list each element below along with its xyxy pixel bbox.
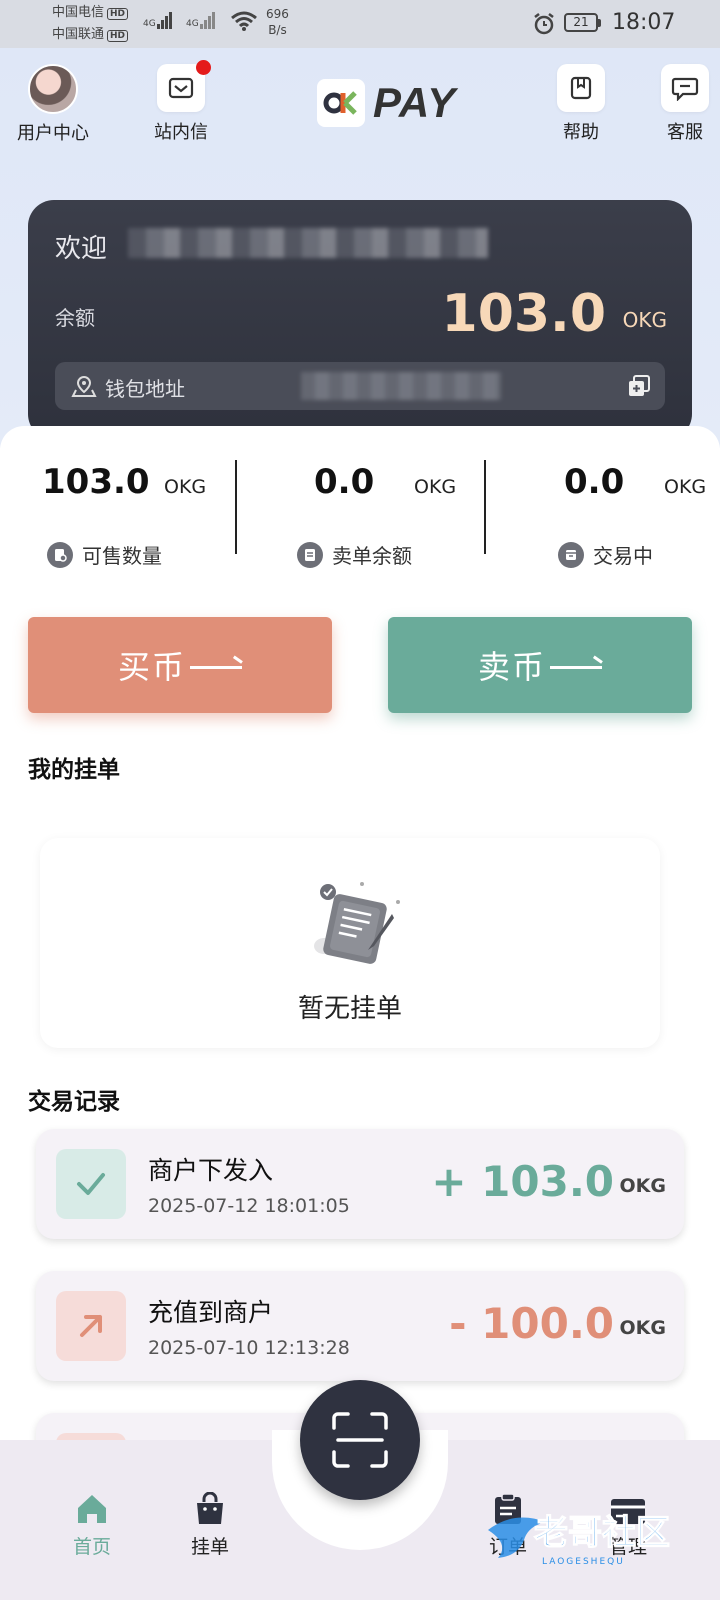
carrier-1: 中国电信 HD: [52, 5, 129, 20]
balance-value: 103.0: [441, 284, 606, 344]
coin-icon: [47, 541, 73, 568]
box-icon: [558, 541, 584, 568]
home-icon: [42, 1488, 142, 1526]
clock: 18:07: [612, 10, 676, 35]
stat-label: 卖单余额: [297, 540, 412, 569]
arrow-up-right-icon: [56, 1291, 126, 1361]
stat-value: 0.0: [314, 462, 375, 502]
nav-home[interactable]: 首页: [42, 1488, 142, 1559]
stat-divider: [484, 460, 486, 554]
help-label: 帮助: [563, 122, 599, 143]
check-icon: [56, 1149, 126, 1219]
welcome-text: 欢迎: [55, 234, 108, 264]
user-center-label: 用户中心: [17, 123, 89, 144]
logo-text: PAY: [373, 79, 457, 126]
user-center-button[interactable]: 用户中心: [8, 64, 98, 145]
sell-button[interactable]: 卖币: [388, 617, 692, 713]
nav-orders-list-label: 挂单: [190, 1536, 229, 1558]
transaction-date: 2025-07-10 12:13:28: [148, 1337, 350, 1359]
alarm-icon: [534, 13, 554, 35]
svg-text:LAOGESHEQU: LAOGESHEQU: [542, 1557, 625, 1567]
service-button[interactable]: 客服: [640, 64, 720, 144]
avatar: [28, 64, 78, 114]
empty-document-icon: [314, 882, 400, 964]
nav-orders-list[interactable]: 挂单: [160, 1488, 260, 1559]
address-label: 钱包地址: [105, 377, 185, 401]
unread-dot: [196, 60, 211, 75]
address-blurred: [301, 372, 501, 400]
book-icon: [557, 64, 605, 112]
balance-label: 余额: [55, 306, 95, 330]
arrow-right-icon: [550, 665, 602, 669]
transaction-unit: OKG: [619, 1175, 666, 1197]
mail-icon: [157, 60, 211, 112]
nav-home-label: 首页: [72, 1536, 111, 1558]
stat-trading: 0.0 OKG 交易中: [542, 462, 720, 568]
signal-2-icon: 4G: [186, 12, 216, 29]
carrier-2: 中国联通 HD: [52, 27, 129, 42]
transaction-title: 充值到商户: [148, 1298, 274, 1327]
transaction-date: 2025-07-12 18:01:05: [148, 1195, 350, 1217]
transaction-row[interactable]: 商户下发入 2025-07-12 18:01:05 + 103.0 OKG: [36, 1129, 684, 1239]
stat-divider: [235, 460, 237, 554]
scan-icon: [332, 1412, 388, 1468]
transaction-title: 商户下发入: [148, 1156, 274, 1185]
app-logo: PAY: [317, 78, 456, 128]
stat-label: 可售数量: [47, 540, 162, 569]
records-title: 交易记录: [28, 1089, 120, 1115]
svg-text:老哥社区: 老哥社区: [534, 1513, 670, 1553]
net-speed: 696 B/s: [266, 7, 289, 37]
stat-unit: OKG: [414, 476, 457, 498]
empty-orders-card: 暂无挂单: [40, 838, 660, 1048]
username-blurred: [128, 228, 488, 258]
watermark-logo: 老哥社区 LAOGESHEQU: [488, 1512, 671, 1567]
scan-button[interactable]: [300, 1380, 420, 1500]
document-icon: [297, 541, 323, 568]
arrow-right-icon: [190, 665, 242, 669]
ok-logo-icon: [317, 79, 365, 127]
inbox-button[interactable]: 站内信: [136, 60, 226, 144]
transaction-row[interactable]: 充值到商户 2025-07-10 12:13:28 - 100.0 OKG: [36, 1271, 684, 1381]
stat-label: 交易中: [558, 540, 653, 569]
balance-unit: OKG: [622, 308, 667, 332]
status-bar: 中国电信 HD 中国联通 HD 4G 4G 696 B/s 21 18:07: [0, 0, 720, 48]
copy-icon[interactable]: [627, 374, 651, 398]
service-label: 客服: [667, 122, 703, 143]
empty-orders-text: 暂无挂单: [297, 994, 402, 1024]
transaction-unit: OKG: [619, 1317, 666, 1339]
transaction-amount: - 100.0: [449, 1299, 614, 1348]
stat-value: 0.0: [564, 462, 625, 502]
buy-button[interactable]: 买币: [28, 617, 332, 713]
sell-label: 卖币: [477, 648, 546, 686]
chat-icon: [661, 64, 709, 112]
battery-icon: 21: [564, 13, 601, 32]
bag-icon: [160, 1488, 260, 1526]
transaction-amount: + 103.0: [431, 1157, 614, 1206]
stat-unit: OKG: [164, 476, 207, 498]
my-orders-title: 我的挂单: [28, 757, 120, 783]
location-icon: [71, 375, 97, 397]
buy-label: 买币: [117, 648, 186, 686]
help-button[interactable]: 帮助: [536, 64, 626, 144]
stat-available: 103.0 OKG 可售数量: [42, 462, 282, 568]
signal-1-icon: 4G: [143, 12, 173, 29]
wifi-icon: [231, 11, 257, 31]
wallet-card: 欢迎 余额 103.0 OKG 钱包地址: [28, 200, 692, 440]
wallet-address-bar[interactable]: 钱包地址: [55, 362, 665, 410]
stat-unit: OKG: [664, 476, 707, 498]
stat-sell-balance: 0.0 OKG 卖单余额: [292, 462, 532, 568]
inbox-label: 站内信: [154, 122, 208, 143]
stat-value: 103.0: [42, 462, 150, 502]
